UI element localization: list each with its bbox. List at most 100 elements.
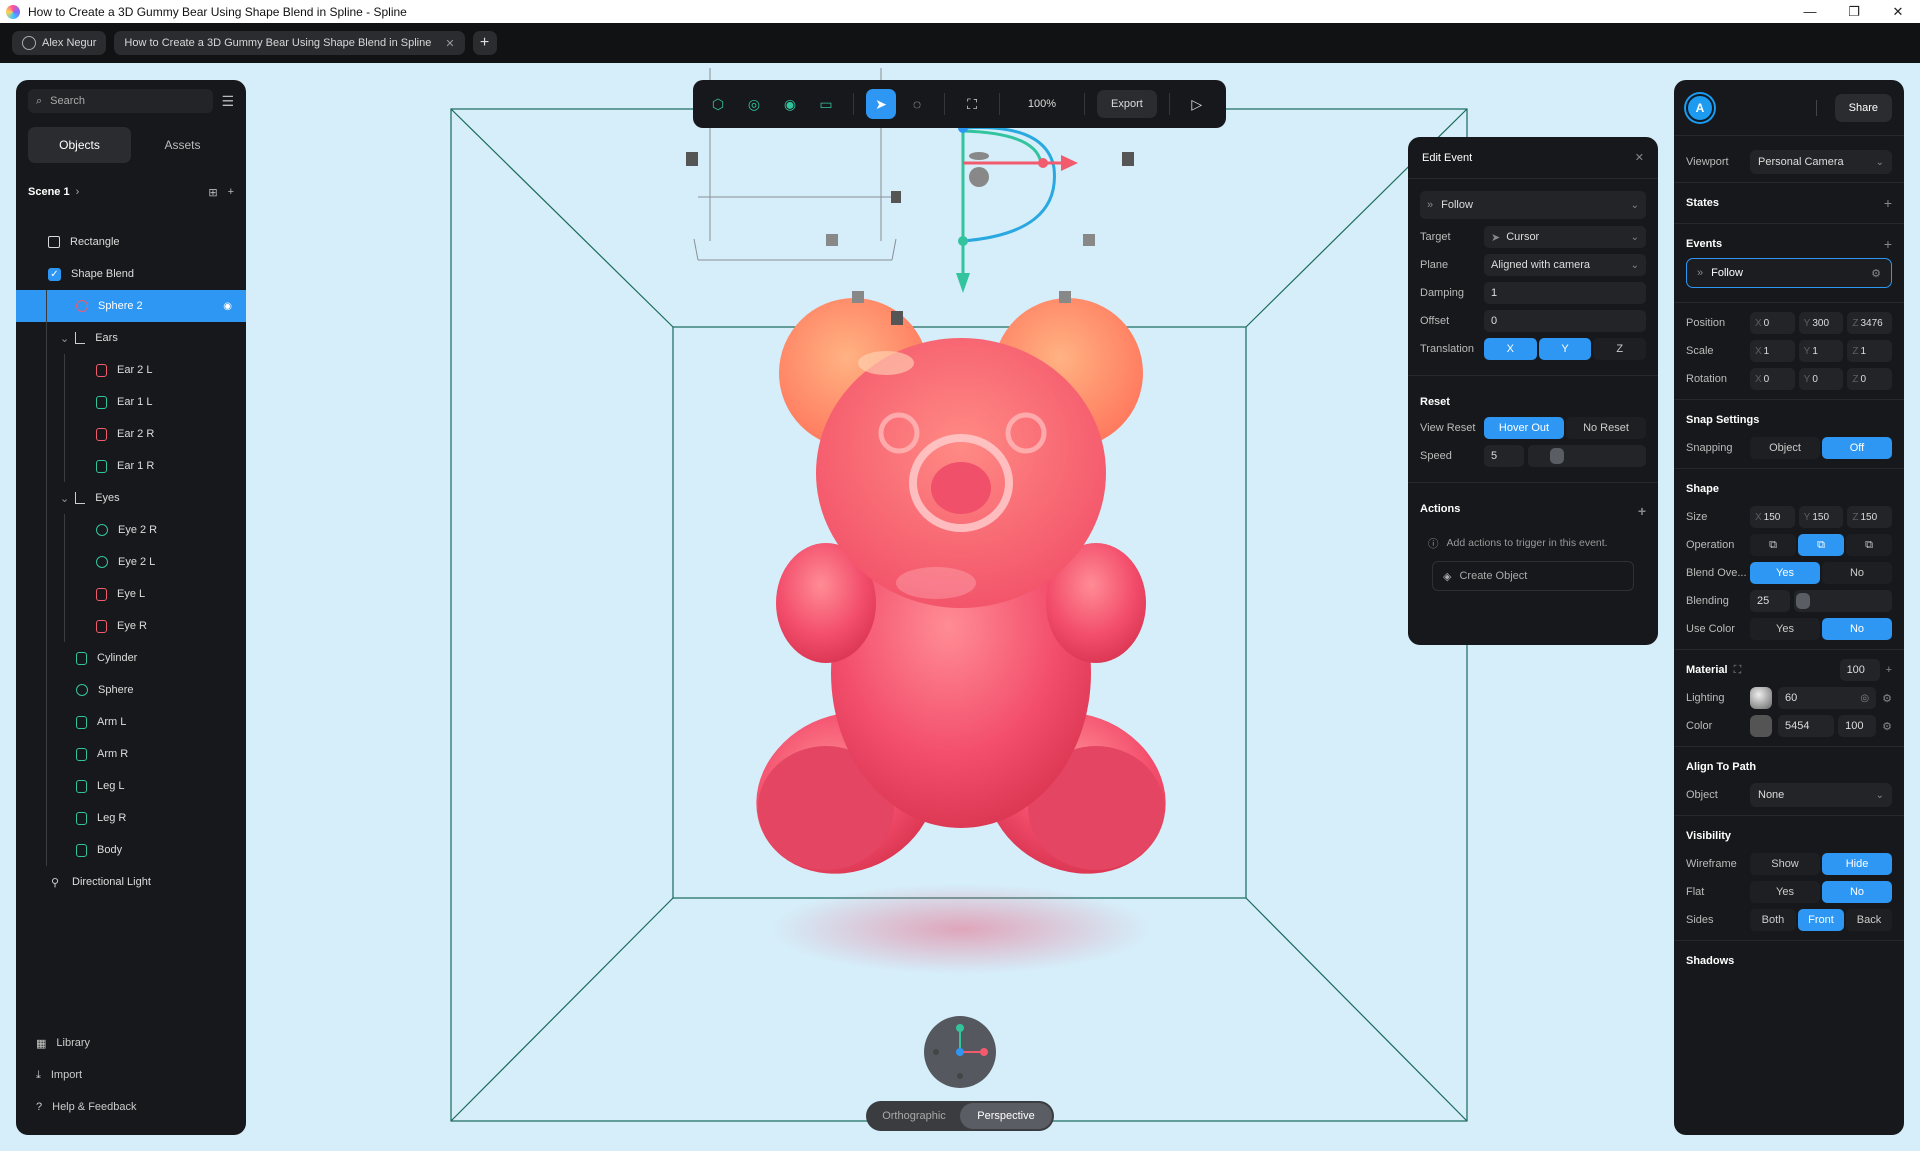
close-tab-icon[interactable]: ✕ [445, 37, 454, 50]
maximize-button[interactable]: ❐ [1832, 0, 1876, 23]
cube-icon[interactable]: ⬡ [703, 89, 733, 119]
grid-icon[interactable]: ⊞ [208, 186, 217, 199]
add-layer-icon[interactable]: + [1886, 664, 1892, 676]
plane-select[interactable]: Aligned with camera ⌄ [1484, 254, 1646, 276]
tree-item[interactable]: Eye R [16, 610, 246, 642]
wireframe-hide[interactable]: Hide [1822, 853, 1892, 875]
close-window-button[interactable]: ✕ [1876, 0, 1920, 23]
material-opacity-input[interactable]: 100 [1839, 659, 1880, 681]
tree-item[interactable]: ⌄ Ears [16, 322, 246, 354]
tree-item[interactable]: Sphere 2 ◉ [16, 290, 246, 322]
position-z-input[interactable]: Z 3476 [1847, 312, 1893, 334]
event-settings-icon[interactable]: ⚙ [1871, 267, 1881, 280]
scale-x-input[interactable]: X1 [1750, 340, 1795, 362]
flat-yes[interactable]: Yes [1750, 881, 1820, 903]
add-action-icon[interactable]: + [1638, 503, 1646, 519]
search-input[interactable]: ⌕ Search [28, 89, 214, 113]
tree-item[interactable]: Sphere [16, 674, 246, 706]
path-object-select[interactable]: None ⌄ [1750, 783, 1892, 807]
hover-out-toggle[interactable]: Hover Out [1484, 417, 1564, 439]
scale-y-input[interactable]: Y1 [1798, 340, 1844, 362]
event-follow-item[interactable]: » Follow ⚙ [1686, 258, 1892, 288]
intersect-op-icon[interactable]: ⧉ [1846, 534, 1892, 556]
add-event-icon[interactable]: + [1884, 236, 1892, 252]
export-button[interactable]: Export [1097, 90, 1157, 118]
position-x-input[interactable]: X0 [1750, 312, 1795, 334]
add-object-icon[interactable]: + [228, 186, 234, 199]
tree-item[interactable]: Cylinder [16, 642, 246, 674]
menu-icon[interactable]: ☰ [221, 93, 234, 110]
scene-selector[interactable]: Scene 1 › ⊞ + [28, 182, 234, 202]
flat-no[interactable]: No [1822, 881, 1892, 903]
slider-knob[interactable] [1550, 448, 1564, 464]
minimize-button[interactable]: — [1788, 0, 1832, 23]
tree-item[interactable]: Eye L [16, 578, 246, 610]
size-z-input[interactable]: Z 150 [1847, 506, 1893, 528]
tree-item[interactable]: ⌄ Eyes [16, 482, 246, 514]
comment-icon[interactable]: ◌ [902, 89, 932, 119]
import-link[interactable]: ⤓ Import [36, 1059, 226, 1091]
wireframe-show[interactable]: Show [1750, 853, 1820, 875]
perspective-button[interactable]: Perspective [960, 1103, 1052, 1129]
frame-icon[interactable]: ⛶ [957, 89, 987, 119]
sides-both[interactable]: Both [1750, 909, 1796, 931]
union-op-icon[interactable]: ⧉ [1750, 534, 1796, 556]
help-link[interactable]: ? Help & Feedback [36, 1091, 226, 1123]
size-x-input[interactable]: X 150 [1750, 506, 1795, 528]
color-hex-input[interactable]: 5454 [1778, 715, 1835, 737]
translation-z-toggle[interactable]: Z [1593, 338, 1647, 360]
expand-icon[interactable]: ⛶ [1734, 664, 1742, 677]
target-icon[interactable]: ◉ [223, 301, 232, 312]
layer-settings-icon[interactable]: ⚙ [1882, 720, 1892, 733]
use-color-yes[interactable]: Yes [1750, 618, 1820, 640]
tree-item[interactable]: Ear 1 R [16, 450, 246, 482]
rotation-y-input[interactable]: Y0 [1798, 368, 1844, 390]
translation-x-toggle[interactable]: X [1484, 338, 1537, 360]
color-opacity-input[interactable]: 100 [1838, 715, 1877, 737]
tree-item[interactable]: Rectangle [16, 226, 246, 258]
add-state-icon[interactable]: + [1884, 195, 1892, 211]
chevron-down-icon[interactable]: ⌄ [60, 492, 69, 505]
speed-slider[interactable] [1528, 445, 1646, 467]
use-color-no[interactable]: No [1822, 618, 1892, 640]
cylinder-tool-icon[interactable]: ▭ [811, 89, 841, 119]
tree-item[interactable]: Leg L [16, 770, 246, 802]
rotation-z-input[interactable]: Z0 [1847, 368, 1893, 390]
share-button[interactable]: Share [1834, 93, 1892, 122]
snap-object-toggle[interactable]: Object [1750, 437, 1820, 459]
snap-off-toggle[interactable]: Off [1822, 437, 1892, 459]
gummy-bear-model[interactable] [730, 298, 1193, 903]
sides-back[interactable]: Back [1846, 909, 1892, 931]
torus-tool-icon[interactable]: ◉ [775, 89, 805, 119]
speed-input[interactable]: 5 [1484, 445, 1524, 467]
rotation-x-input[interactable]: X0 [1750, 368, 1795, 390]
create-object-button[interactable]: ◈ Create Object [1432, 561, 1634, 591]
subtract-op-icon[interactable]: ⧉ [1798, 534, 1844, 556]
tree-item[interactable]: Arm R [16, 738, 246, 770]
new-tab-button[interactable]: + [472, 31, 497, 55]
orthographic-button[interactable]: Orthographic [868, 1103, 960, 1129]
user-chip[interactable]: Alex Negur [12, 31, 107, 55]
tree-item[interactable]: Arm L [16, 706, 246, 738]
tree-item[interactable]: Ear 1 L [16, 386, 246, 418]
tree-item[interactable]: Ear 2 R [16, 418, 246, 450]
sphere-tool-icon[interactable]: ◎ [739, 89, 769, 119]
sides-front[interactable]: Front [1798, 909, 1844, 931]
close-icon[interactable]: ✕ [1635, 151, 1644, 164]
chevron-down-icon[interactable]: ⌄ [60, 332, 69, 345]
color-swatch[interactable] [1750, 715, 1772, 737]
blending-slider[interactable] [1794, 590, 1892, 612]
tree-item[interactable]: ✓ Shape Blend [16, 258, 246, 290]
scale-z-input[interactable]: Z1 [1847, 340, 1893, 362]
visibility-eye-icon[interactable]: ◎ [1860, 693, 1869, 704]
tree-item[interactable]: Eye 2 L [16, 546, 246, 578]
tree-item[interactable]: Ear 2 L [16, 354, 246, 386]
no-reset-toggle[interactable]: No Reset [1566, 417, 1646, 439]
tab-objects[interactable]: Objects [28, 127, 131, 163]
library-link[interactable]: ▦ Library [36, 1027, 226, 1059]
tree-item[interactable]: Body [16, 834, 246, 866]
lighting-input[interactable]: 60 ◎ [1778, 687, 1877, 709]
damping-input[interactable]: 1 [1484, 282, 1646, 304]
blend-over-no[interactable]: No [1822, 562, 1892, 584]
translation-y-toggle[interactable]: Y [1538, 338, 1592, 360]
